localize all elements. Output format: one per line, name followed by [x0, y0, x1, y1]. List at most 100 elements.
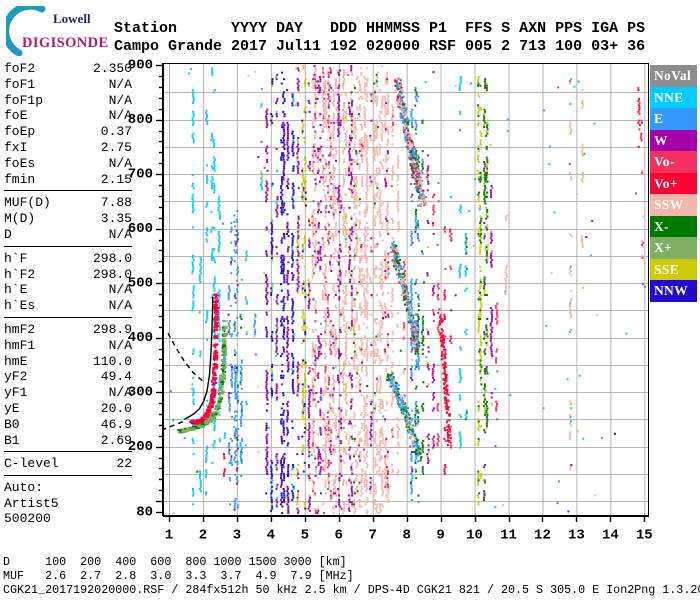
parameter-value: 3.35: [101, 211, 132, 227]
lowell-digisonde-logo: Lowell DIGISONDE: [6, 6, 112, 56]
parameter-row: h`F 298.0: [4, 251, 132, 267]
parameter-group: hmF2 298.9 hmF1 N/A hmE 110.0 yF2 49.4 yF1 N/A yE 2…: [4, 322, 132, 452]
parameter-row: h`F2 298.0: [4, 267, 132, 283]
parameter-row: h`E N/A: [4, 282, 132, 298]
parameter-group: C-level 22: [4, 456, 132, 476]
parameter-label: fmin: [4, 172, 35, 188]
parameter-label: B0: [4, 417, 20, 433]
parameter-value: 110.0: [93, 354, 132, 370]
parameter-row: hmF2 298.9: [4, 322, 132, 338]
parameter-value: 0.37: [101, 124, 132, 140]
parameter-row: fmin 2.15: [4, 172, 132, 188]
logo-lowell-text: Lowell: [53, 11, 91, 26]
parameter-row: D N/A: [4, 227, 132, 243]
parameter-label: B1: [4, 433, 20, 449]
legend-item-vo: Vo-: [650, 151, 697, 173]
scaled-parameters-panel: foF22.350foF1N/AfoF1pN/AfoEN/AfoEp0.37fx…: [4, 61, 132, 526]
parameter-row: yF1 N/A: [4, 385, 132, 401]
parameter-label: yE: [4, 401, 20, 417]
parameter-value: N/A: [109, 338, 132, 354]
parameter-value: 49.4: [101, 369, 132, 385]
parameter-label: h`F2: [4, 267, 35, 283]
parameter-row: foF2 2.350: [4, 61, 132, 77]
parameter-value: 22: [116, 456, 132, 472]
legend-item-ssw: SSW: [650, 194, 697, 216]
parameter-label: D: [4, 227, 12, 243]
parameter-row: C-level 22: [4, 456, 132, 472]
legend-item-e: E: [650, 108, 697, 130]
parameter-group: foF22.350foF1N/AfoF1pN/AfoEN/AfoEp0.37fx…: [4, 61, 132, 191]
parameter-value: N/A: [109, 227, 132, 243]
parameter-row: foE N/A: [4, 108, 132, 124]
echo-classification-legend: NoValNNEEWVo-Vo+SSWX-X+SSENNW: [650, 65, 697, 302]
parameter-value: 2.15: [101, 172, 132, 188]
parameter-label: h`Es: [4, 298, 35, 314]
header-block: Station YYYY DAY DDD HHMMSS P1 FFS S AXN…: [114, 20, 645, 56]
file-info-line: CGK21_2017192020000.RSF / 284fx512h 50 k…: [3, 583, 700, 597]
parameter-row: B1 2.69: [4, 433, 132, 449]
distance-row: D 100 200 400 600 800 1000 1500 3000 [km…: [3, 555, 347, 569]
parameter-value: 298.0: [93, 251, 132, 267]
parameter-label: h`E: [4, 282, 27, 298]
parameter-value: 2.69: [101, 433, 132, 449]
ionogram-screen: { "header": { "logo": { "line1": "Lowell…: [0, 0, 700, 600]
parameter-row: MUF(D) 7.88: [4, 195, 132, 211]
parameter-label: MUF(D): [4, 195, 51, 211]
parameter-row: hmF1 N/A: [4, 338, 132, 354]
parameter-group: MUF(D) 7.88 M(D) 3.35 D N/A: [4, 195, 132, 246]
parameter-label: h`F: [4, 251, 27, 267]
parameter-value: 2.75: [101, 140, 132, 156]
parameter-value: 46.9: [101, 417, 132, 433]
parameter-value: N/A: [109, 156, 132, 172]
legend-item-sse: SSE: [650, 259, 697, 281]
parameter-row: yE 20.0: [4, 401, 132, 417]
parameter-label: C-level: [4, 456, 59, 472]
parameter-label: foF2: [4, 61, 35, 77]
legend-item-x: X+: [650, 237, 697, 259]
parameter-value: 2.350: [93, 61, 132, 77]
parameter-row: M(D) 3.35: [4, 211, 132, 227]
autoscaling-line: Auto:: [4, 480, 132, 495]
parameter-label: yF2: [4, 369, 27, 385]
legend-item-w: W: [650, 130, 697, 152]
legend-item-nnw: NNW: [650, 280, 697, 302]
legend-item-noval: NoVal: [650, 65, 697, 87]
parameter-row: foEs N/A: [4, 156, 132, 172]
parameter-label: foE: [4, 108, 27, 124]
parameter-label: foEs: [4, 156, 35, 172]
parameter-value: 298.9: [93, 322, 132, 338]
footer-block: D 100 200 400 600 800 1000 1500 3000 [km…: [3, 555, 700, 598]
parameter-label: foF1: [4, 77, 35, 93]
parameter-value: 20.0: [101, 401, 132, 417]
legend-item-x: X-: [650, 216, 697, 238]
parameter-value: N/A: [109, 385, 132, 401]
parameter-row: fxI2.75: [4, 140, 132, 156]
parameter-label: M(D): [4, 211, 35, 227]
parameter-row: foF1N/A: [4, 77, 132, 93]
parameter-value: N/A: [109, 108, 132, 124]
parameter-value: N/A: [109, 298, 132, 314]
parameter-row: foEp 0.37: [4, 124, 132, 140]
parameter-label: yF1: [4, 385, 27, 401]
parameter-value: 7.88: [101, 195, 132, 211]
parameter-value: N/A: [109, 282, 132, 298]
header-row-labels: Station YYYY DAY DDD HHMMSS P1 FFS S AXN…: [114, 20, 645, 37]
parameter-value: 298.0: [93, 267, 132, 283]
parameter-row: yF2 49.4: [4, 369, 132, 385]
parameter-group: h`F 298.0 h`F2 298.0 h`E N/A h`Es N/A: [4, 251, 132, 318]
autoscaling-line: 500200: [4, 511, 132, 526]
parameter-row: h`Es N/A: [4, 298, 132, 314]
parameter-label: hmF1: [4, 338, 35, 354]
parameter-value: N/A: [109, 93, 132, 109]
parameter-label: foEp: [4, 124, 35, 140]
parameter-label: hmE: [4, 354, 27, 370]
legend-item-nne: NNE: [650, 87, 697, 109]
parameter-label: hmF2: [4, 322, 35, 338]
parameter-label: foF1p: [4, 93, 43, 109]
logo-digisonde-text: DIGISONDE: [22, 35, 109, 51]
autoscaling-line: Artist5: [4, 496, 132, 511]
autoscaling-info: Auto:Artist5500200: [4, 480, 132, 526]
parameter-row: foF1p N/A: [4, 93, 132, 109]
legend-item-vo: Vo+: [650, 173, 697, 195]
header-row-values: Campo Grande 2017 Jul11 192 020000 RSF 0…: [114, 38, 645, 55]
